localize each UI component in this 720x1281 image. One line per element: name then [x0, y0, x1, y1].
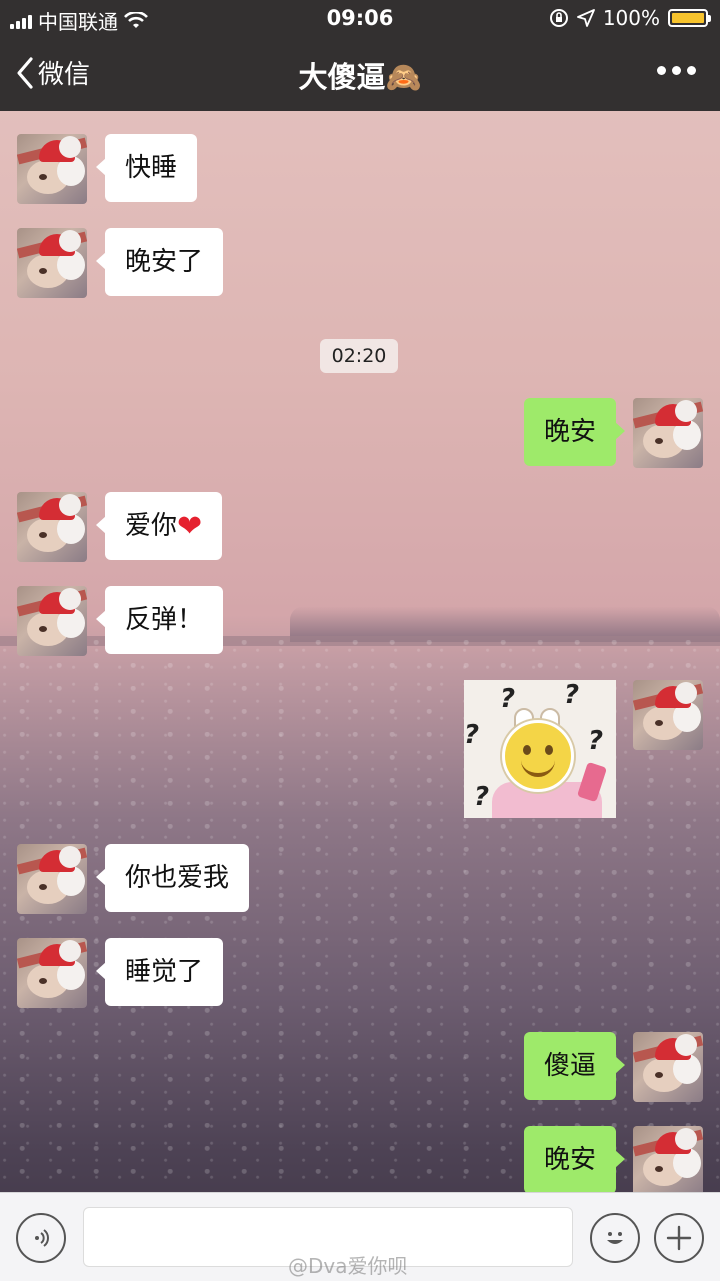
battery-percent: 100% [602, 6, 660, 30]
question-mark-icon: ? [588, 726, 604, 756]
message-bubble-received[interactable]: 快睡 [95, 134, 198, 202]
voice-input-button[interactable] [16, 1213, 66, 1263]
more-dot-icon [672, 66, 681, 75]
contact-avatar[interactable] [17, 586, 87, 656]
chat-title: 大傻逼🙈 [298, 60, 422, 94]
heart-emoji-icon: ❤ [177, 509, 203, 544]
plus-icon [666, 1225, 692, 1251]
voice-icon [35, 1229, 49, 1247]
battery-fill [672, 13, 704, 23]
rotation-lock-icon [549, 9, 568, 27]
emoji-icon [607, 1232, 623, 1244]
more-dot-icon [657, 66, 666, 75]
contact-avatar[interactable] [17, 228, 87, 298]
question-mark-icon: ? [564, 680, 580, 710]
message-bubble-received[interactable]: 爱你❤ [95, 492, 223, 560]
question-mark-icon: ? [474, 782, 490, 812]
own-avatar[interactable] [633, 1032, 703, 1102]
more-functions-button[interactable] [654, 1213, 704, 1263]
battery-icon [668, 9, 711, 27]
message-bubble-received[interactable]: 你也爱我 [95, 844, 250, 912]
message-bubble-sent[interactable]: 晚安 [523, 1126, 626, 1194]
chat-header: 微信 大傻逼🙈 [0, 36, 720, 111]
watermark: @Dva爱你呗 [288, 1254, 408, 1278]
smiley-bunny-question-sticker[interactable]: ? ? ? ? ? [464, 680, 616, 818]
question-mark-icon: ? [500, 684, 516, 714]
own-avatar[interactable] [633, 398, 703, 468]
message-bubble-received[interactable]: 反弹！ [95, 586, 224, 654]
message-text: 爱你 [125, 511, 178, 541]
status-bar: 中国联通 09:06 100% [0, 0, 720, 36]
more-options-button[interactable] [657, 66, 696, 75]
message-bubble-sent[interactable]: 傻逼 [523, 1032, 626, 1100]
time-divider: 02:20 [320, 339, 398, 373]
more-dot-icon [687, 66, 696, 75]
status-icons: 100% [549, 6, 711, 30]
contact-avatar[interactable] [17, 492, 87, 562]
emoji-button[interactable] [590, 1213, 640, 1263]
phone-icon [576, 761, 608, 803]
location-icon [576, 9, 595, 27]
own-avatar[interactable] [633, 680, 703, 750]
message-bubble-sent[interactable]: 晚安 [523, 398, 626, 466]
contact-avatar[interactable] [17, 844, 87, 914]
question-mark-icon: ? [464, 720, 480, 750]
own-avatar[interactable] [633, 1126, 703, 1196]
message-bubble-received[interactable]: 晚安了 [95, 228, 224, 296]
smiley-face-icon [502, 720, 574, 792]
message-bubble-received[interactable]: 睡觉了 [95, 938, 224, 1006]
contact-avatar[interactable] [17, 938, 87, 1008]
contact-avatar[interactable] [17, 134, 87, 204]
